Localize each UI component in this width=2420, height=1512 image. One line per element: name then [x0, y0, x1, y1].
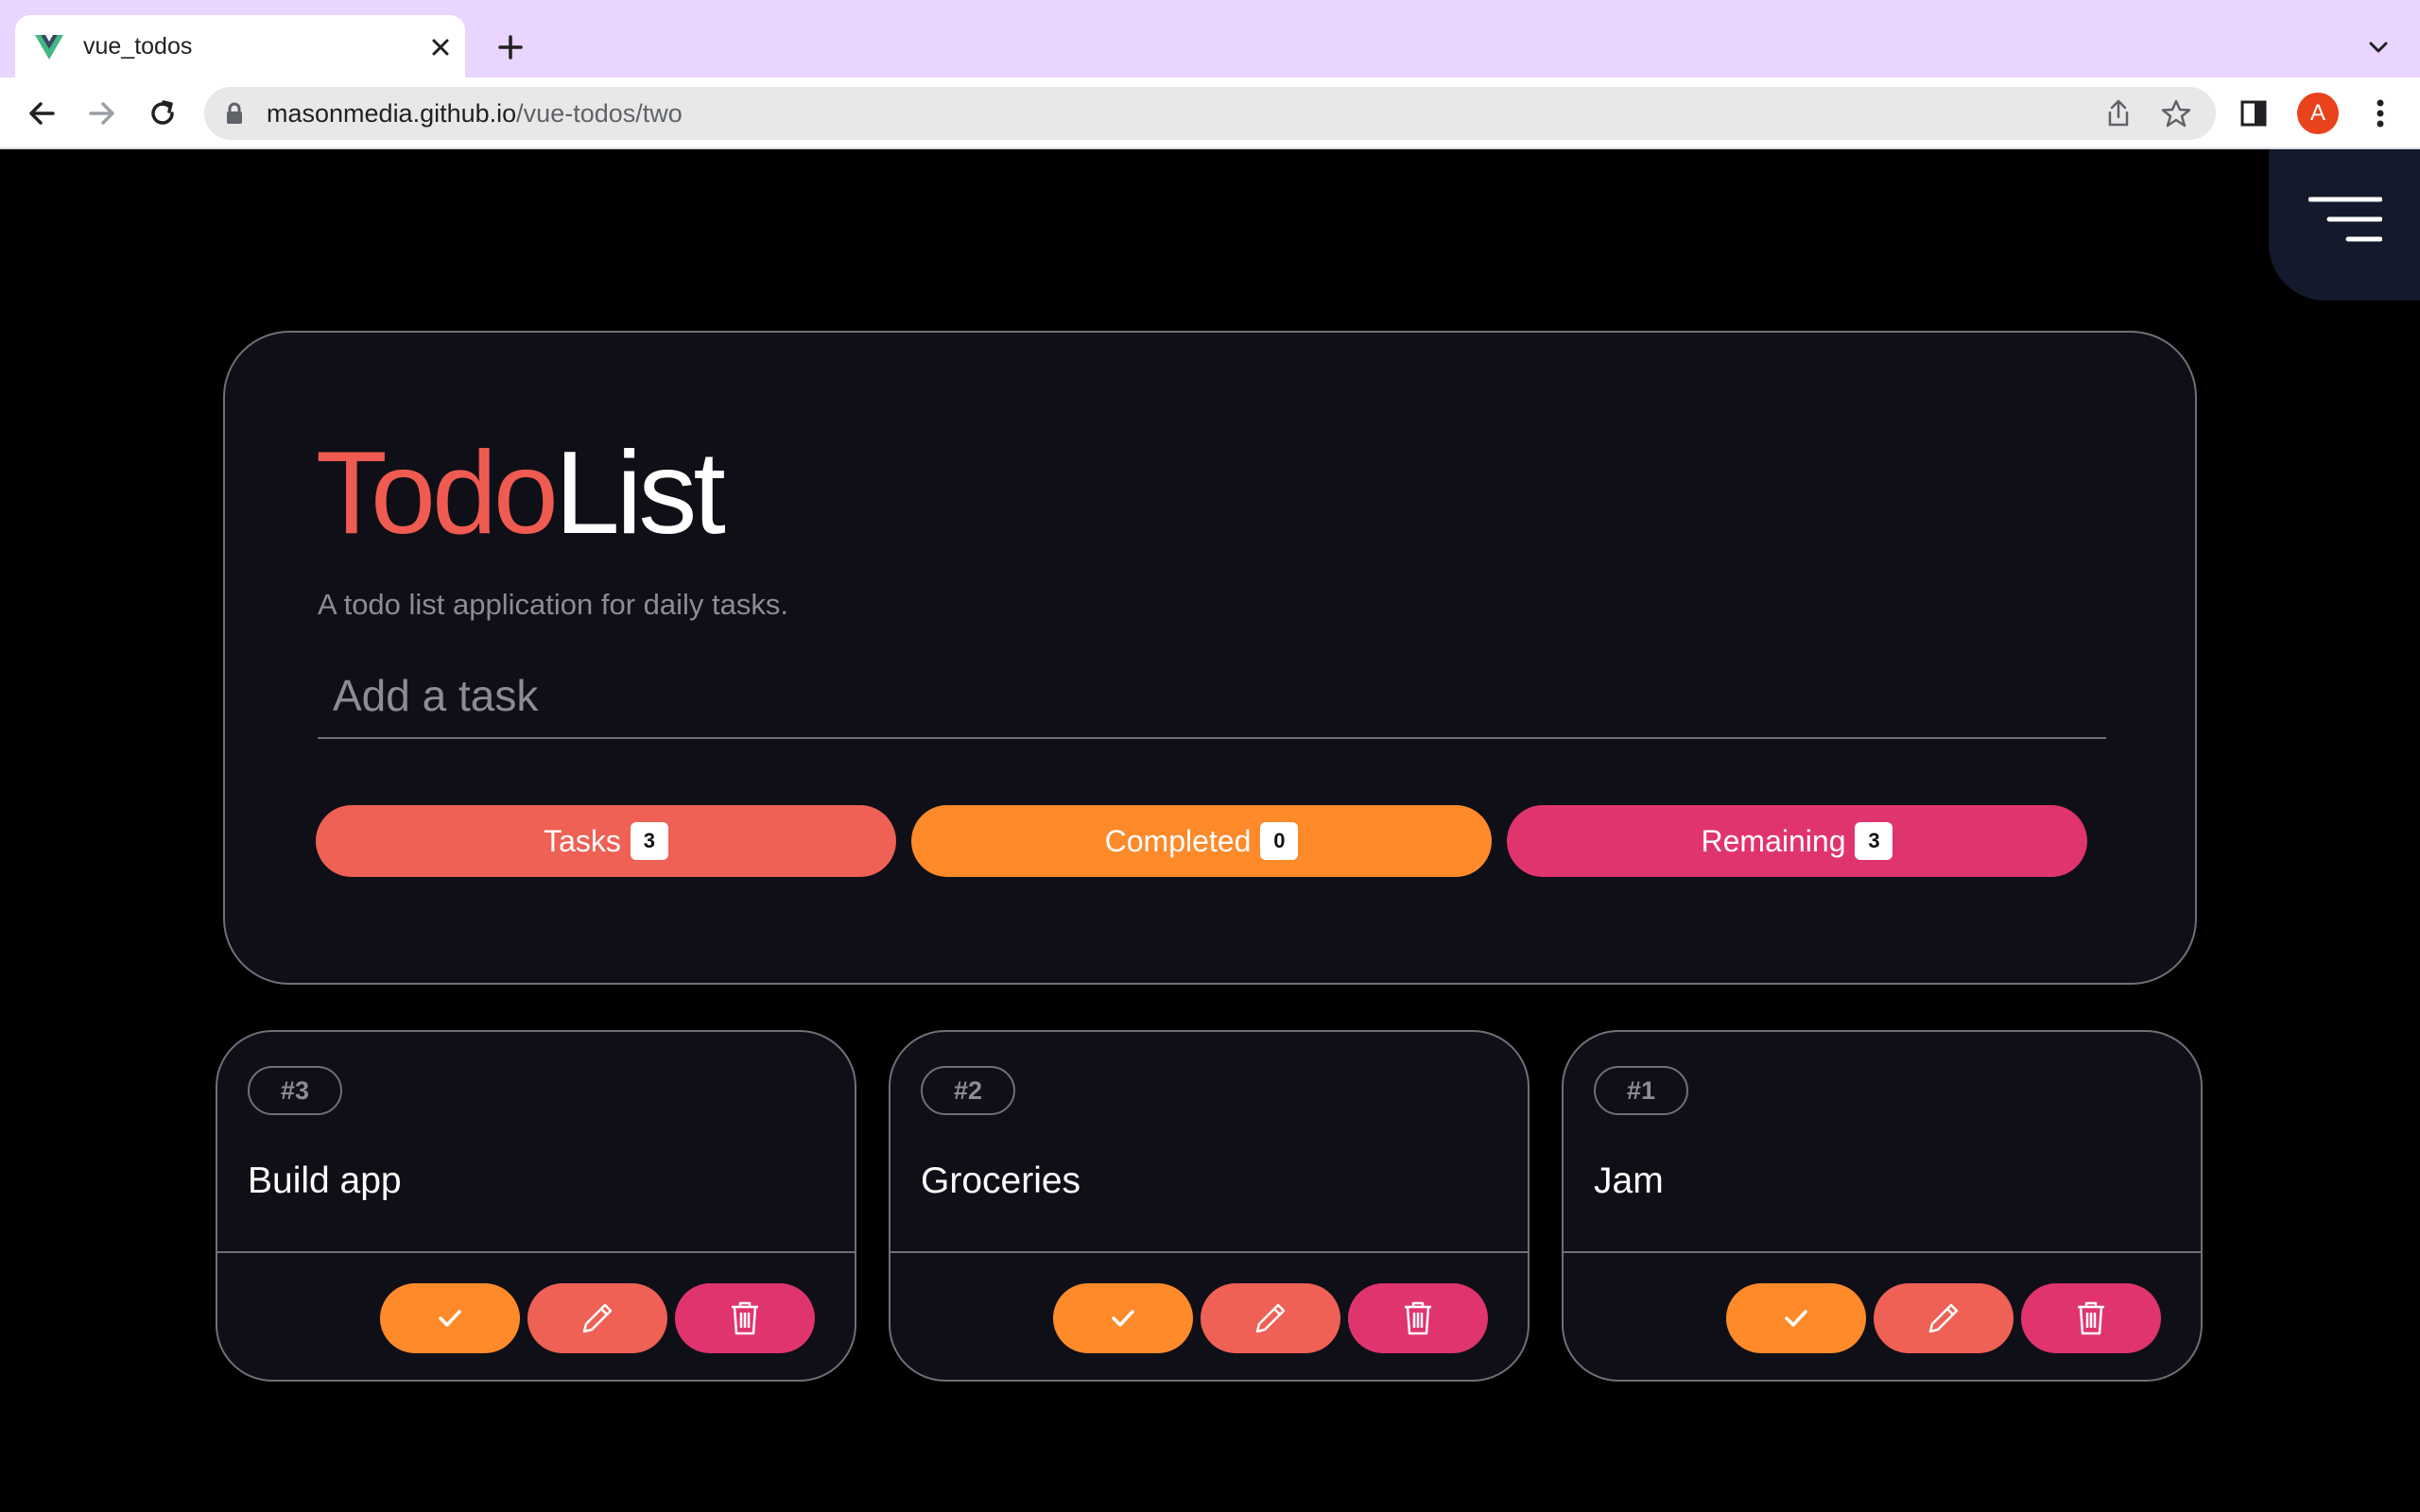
task-card: #1 Jam — [1562, 1030, 2203, 1382]
tab-search-chevron-down-icon[interactable] — [2358, 26, 2399, 68]
todo-header-panel: TodoList A todo list application for dai… — [223, 331, 2197, 985]
check-icon — [1785, 1310, 1807, 1327]
url-text: masonmedia.github.io/vue-todos/two — [267, 99, 683, 128]
task-number-badge: #3 — [248, 1066, 342, 1115]
remaining-count-badge: 3 — [1855, 822, 1893, 860]
trash-icon — [732, 1301, 758, 1335]
delete-task-button[interactable] — [1348, 1283, 1488, 1353]
card-divider — [217, 1251, 855, 1253]
hamburger-menu-icon — [2308, 197, 2382, 242]
tab-title: vue_todos — [83, 33, 193, 60]
browser-tab[interactable]: vue_todos — [15, 15, 465, 77]
completed-count-badge: 0 — [1260, 822, 1299, 860]
lock-icon — [227, 102, 242, 124]
complete-task-button[interactable] — [1726, 1283, 1866, 1353]
pencil-icon — [1255, 1303, 1286, 1333]
remaining-count-button[interactable]: Remaining 3 — [1507, 805, 2087, 877]
browser-tab-bar: vue_todos — [0, 0, 2420, 77]
reload-icon[interactable] — [142, 93, 183, 134]
delete-task-button[interactable] — [2021, 1283, 2161, 1353]
bookmark-star-icon[interactable] — [2161, 98, 2191, 129]
completed-count-button[interactable]: Completed 0 — [911, 805, 1492, 877]
vue-logo-icon — [35, 35, 63, 60]
task-name: Groceries — [921, 1160, 1081, 1201]
side-panel-icon[interactable] — [2238, 98, 2269, 129]
back-arrow-icon[interactable] — [21, 93, 62, 134]
menu-button[interactable] — [2269, 149, 2420, 301]
pencil-icon — [1928, 1303, 1959, 1333]
browser-toolbar: masonmedia.github.io/vue-todos/two A — [0, 77, 2420, 149]
delete-task-button[interactable] — [675, 1283, 815, 1353]
card-divider — [1564, 1251, 2201, 1253]
task-card: #2 Groceries — [889, 1030, 1530, 1382]
address-bar[interactable]: masonmedia.github.io/vue-todos/two — [204, 87, 2216, 140]
check-icon — [1112, 1310, 1134, 1327]
profile-avatar[interactable]: A — [2297, 93, 2339, 134]
pencil-icon — [582, 1303, 613, 1333]
edit-task-button[interactable] — [1201, 1283, 1340, 1353]
edit-task-button[interactable] — [1874, 1283, 2014, 1353]
task-name: Build app — [248, 1160, 402, 1201]
edit-task-button[interactable] — [527, 1283, 667, 1353]
tasks-count-button[interactable]: Tasks 3 — [316, 805, 896, 877]
tab-close-icon[interactable] — [422, 28, 459, 66]
tasks-count-badge: 3 — [630, 822, 668, 860]
task-number-badge: #2 — [921, 1066, 1015, 1115]
share-icon[interactable] — [2104, 98, 2133, 129]
task-number-badge: #1 — [1594, 1066, 1688, 1115]
add-task-input[interactable] — [318, 654, 2106, 739]
page-subtitle: A todo list application for daily tasks. — [318, 588, 788, 621]
page-title: TodoList — [316, 428, 726, 558]
check-icon — [439, 1310, 461, 1327]
card-divider — [890, 1251, 1528, 1253]
complete-task-button[interactable] — [380, 1283, 520, 1353]
more-vertical-icon[interactable] — [2360, 93, 2401, 134]
task-card: #3 Build app — [216, 1030, 856, 1382]
new-tab-plus-icon[interactable] — [490, 26, 531, 68]
trash-icon — [2078, 1301, 2104, 1335]
task-name: Jam — [1594, 1160, 1664, 1201]
trash-icon — [1405, 1301, 1431, 1335]
complete-task-button[interactable] — [1053, 1283, 1193, 1353]
forward-arrow-icon[interactable] — [81, 93, 123, 134]
